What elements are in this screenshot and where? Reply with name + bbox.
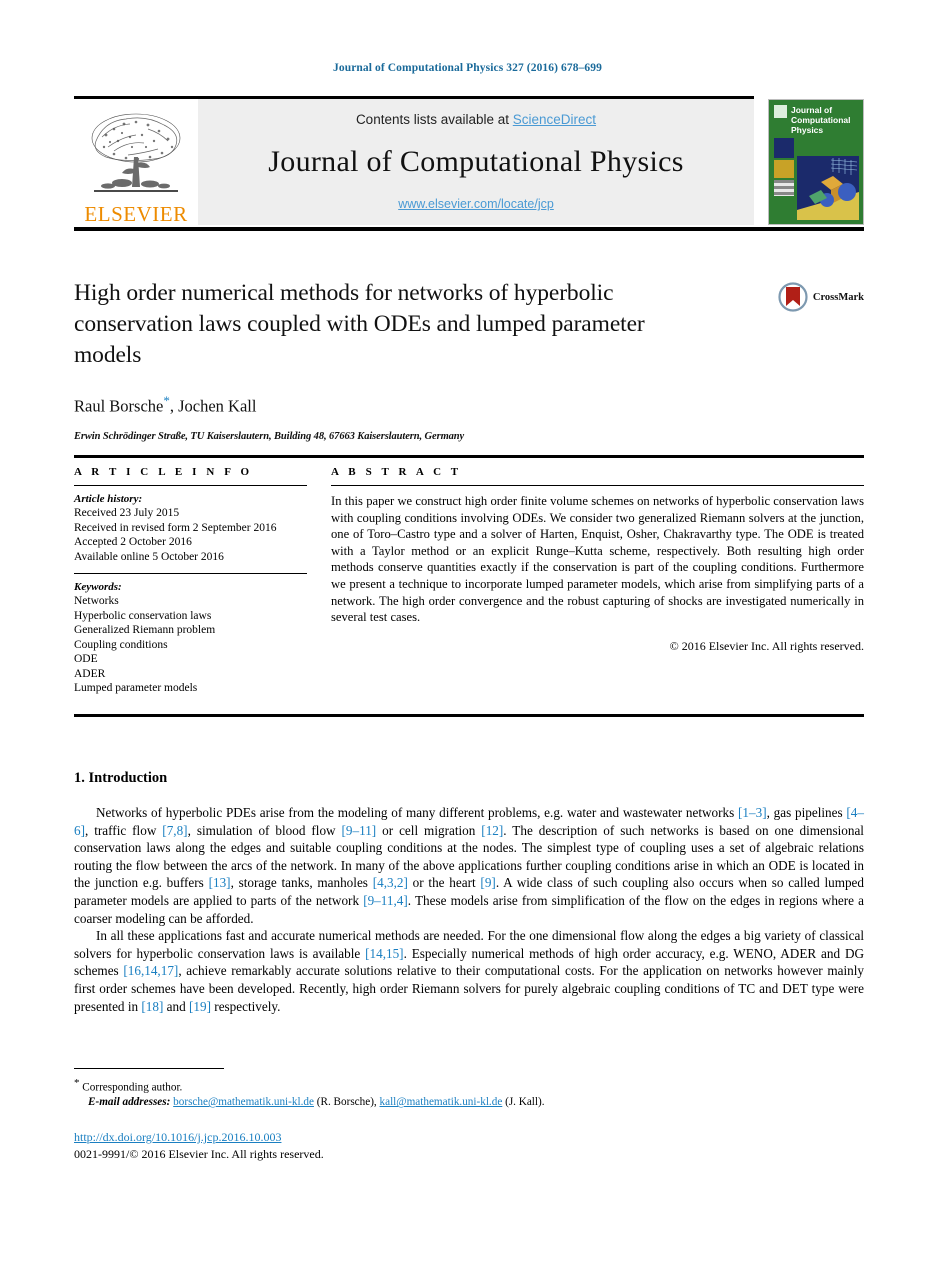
body-area: 1. Introduction Networks of hyperbolic P… <box>74 770 864 1015</box>
keyword-item: ODE <box>74 653 98 665</box>
elsevier-wordmark: ELSEVIER <box>84 202 188 226</box>
issn-copyright-line: 0021-9991/© 2016 Elsevier Inc. All right… <box>74 1146 324 1161</box>
author-list: Raul Borsche*, Jochen Kall <box>74 393 864 417</box>
keyword-item: ADER <box>74 667 106 680</box>
keyword-item: Networks <box>74 595 119 607</box>
history-revised: Received in revised form 2 September 201… <box>74 521 277 534</box>
svg-text:Physics: Physics <box>791 125 823 135</box>
svg-text:Computational: Computational <box>791 115 851 125</box>
paragraph-text: , storage tanks, manholes <box>230 875 373 891</box>
email-owner-kall: (J. Kall). <box>505 1096 545 1109</box>
abstract-heading: A B S T R A C T <box>331 466 462 478</box>
paragraph-text: , traffic flow <box>85 822 163 838</box>
citation-link[interactable]: [12] <box>481 823 503 838</box>
title-bottom-rule <box>74 454 864 458</box>
footnote-rule <box>74 1068 224 1069</box>
citation-link[interactable]: [1–3] <box>738 805 767 820</box>
citation-link[interactable]: [9–11,4] <box>363 893 408 908</box>
contents-available-line: Contents lists available at ScienceDirec… <box>356 112 596 127</box>
doi-link[interactable]: http://dx.doi.org/10.1016/j.jcp.2016.10.… <box>74 1130 281 1144</box>
citation-link[interactable]: [13] <box>209 875 231 890</box>
history-accepted: Accepted 2 October 2016 <box>74 536 192 548</box>
corresponding-author-note: * Corresponding author. <box>74 1076 864 1095</box>
paragraph-text: or cell migration <box>376 822 482 838</box>
contents-prefix: Contents lists available at <box>355 112 513 127</box>
sciencedirect-link[interactable]: ScienceDirect <box>513 112 596 127</box>
svg-text:Journal of: Journal of <box>791 105 832 115</box>
keyword-item: Lumped parameter models <box>74 682 198 694</box>
keywords-separator-rule <box>74 573 307 574</box>
section-heading-introduction: 1. Introduction <box>74 770 168 786</box>
intro-paragraph-1: Networks of hyperbolic PDEs arise from t… <box>74 804 864 927</box>
page-footer: * Corresponding author. E-mail addresses… <box>74 1068 864 1162</box>
author-primary: Raul Borsche <box>74 396 164 416</box>
citation-link[interactable]: [4,3,2] <box>373 875 408 890</box>
email-owner-borsche: (R. Borsche), <box>316 1096 377 1109</box>
citation-link[interactable]: [16,14,17] <box>123 963 178 978</box>
citation-link[interactable]: [19] <box>189 999 211 1014</box>
paragraph-text: and <box>163 998 190 1014</box>
intro-paragraph-2: In all these applications fast and accur… <box>74 927 864 1015</box>
paragraph-text: respectively. <box>211 998 281 1014</box>
email-link-borsche[interactable]: borsche@mathematik.uni-kl.de <box>173 1096 314 1108</box>
elsevier-logo: ELSEVIER <box>74 99 198 225</box>
journal-cover-art: Journal of Computational Physics <box>769 100 863 224</box>
footnote-star-marker: * <box>74 1077 80 1089</box>
journal-masthead: ELSEVIER Contents lists available at Sci… <box>74 96 864 231</box>
abstract-rule <box>331 485 864 486</box>
running-head: Journal of Computational Physics 327 (20… <box>333 62 602 74</box>
article-history-label: Article history: <box>74 493 143 505</box>
keyword-item: Hyperbolic conservation laws <box>74 609 212 622</box>
abstract-bottom-rule <box>74 714 864 717</box>
history-received: Received 23 July 2015 <box>74 507 180 519</box>
citation-link[interactable]: [7,8] <box>162 823 187 838</box>
abstract-text: In this paper we construct high order fi… <box>331 494 864 625</box>
crossmark-icon <box>778 282 808 312</box>
paragraph-text: , gas pipelines <box>766 805 847 820</box>
keyword-item: Coupling conditions <box>74 638 168 651</box>
page-title: High order numerical methods for network… <box>74 280 645 368</box>
history-available-online: Available online 5 October 2016 <box>74 550 224 563</box>
abstract-copyright: © 2016 Elsevier Inc. All rights reserved… <box>669 638 864 653</box>
citation-link[interactable]: [9] <box>480 875 495 890</box>
corresponding-author-text: Corresponding author. <box>82 1081 183 1094</box>
email-addresses-note: E-mail addresses: borsche@mathematik.uni… <box>74 1095 864 1110</box>
affiliation: Erwin Schrödinger Straße, TU Kaiserslaut… <box>74 430 465 442</box>
paragraph-text: Networks of hyperbolic PDEs arise from t… <box>96 805 739 820</box>
journal-homepage-link[interactable]: www.elsevier.com/locate/jcp <box>398 197 554 211</box>
masthead-center: Contents lists available at ScienceDirec… <box>198 99 754 225</box>
journal-title: Journal of Computational Physics <box>268 145 684 178</box>
citation-link[interactable]: [18] <box>141 999 163 1014</box>
paragraph-text: or the heart <box>407 875 481 891</box>
title-block: High order numerical methods for network… <box>74 278 864 458</box>
doi-block: http://dx.doi.org/10.1016/j.jcp.2016.10.… <box>74 1128 864 1162</box>
crossmark-badge[interactable]: CrossMark <box>778 282 864 312</box>
info-abstract-area: A R T I C L E I N F O Article history: R… <box>74 466 864 696</box>
elsevier-tree-icon <box>91 113 181 192</box>
email-link-kall[interactable]: kall@mathematik.uni-kl.de <box>380 1096 503 1108</box>
article-info-heading: A R T I C L E I N F O <box>74 466 253 478</box>
masthead-bottom-rule <box>74 227 864 231</box>
journal-cover-thumbnail[interactable]: Journal of Computational Physics <box>768 99 864 225</box>
keyword-item: Generalized Riemann problem <box>74 624 216 636</box>
email-addresses-label: E-mail addresses: <box>88 1096 171 1109</box>
abstract-column: A B S T R A C T In this paper we constru… <box>331 466 864 696</box>
keywords-label: Keywords: <box>74 581 122 593</box>
author-secondary: , Jochen Kall <box>169 396 257 416</box>
citation-link[interactable]: [9–11] <box>342 823 377 838</box>
paragraph-text: , simulation of blood flow <box>187 822 342 838</box>
article-info-rule <box>74 485 307 486</box>
crossmark-label: CrossMark <box>812 291 864 303</box>
article-info-column: A R T I C L E I N F O Article history: R… <box>74 466 331 696</box>
citation-link[interactable]: [14,15] <box>365 946 403 961</box>
paper-page: Journal of Computational Physics 327 (20… <box>0 0 935 1266</box>
